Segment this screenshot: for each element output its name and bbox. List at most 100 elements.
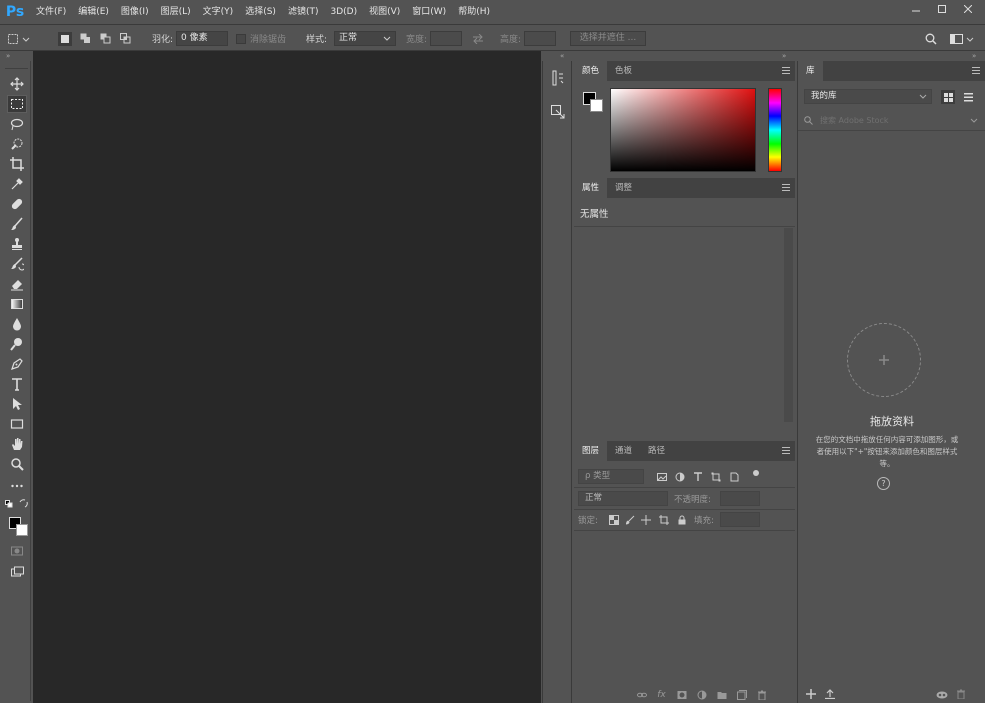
- lasso-tool[interactable]: [7, 115, 27, 133]
- style-select[interactable]: 正常: [334, 31, 396, 46]
- add-selection-button[interactable]: [78, 32, 92, 46]
- filter-toggle-icon[interactable]: [750, 467, 761, 478]
- path-select-tool[interactable]: [7, 395, 27, 413]
- document-canvas-area[interactable]: [33, 51, 541, 703]
- color-panel-background-swatch[interactable]: [590, 99, 603, 112]
- filter-smart-object-icon[interactable]: [728, 471, 739, 482]
- lock-position-icon[interactable]: [640, 514, 651, 525]
- menu-view[interactable]: 视图(V): [363, 0, 406, 25]
- delete-layer-icon[interactable]: [756, 689, 767, 700]
- crop-tool[interactable]: [7, 155, 27, 173]
- height-input[interactable]: [524, 31, 556, 46]
- type-tool[interactable]: [7, 375, 27, 393]
- select-and-mask-button[interactable]: 选择并遮住 ...: [570, 31, 646, 46]
- tab-libraries[interactable]: 库: [798, 61, 823, 81]
- close-button[interactable]: [955, 0, 981, 17]
- tab-paths[interactable]: 路径: [640, 441, 673, 461]
- intersect-selection-button[interactable]: [118, 32, 132, 46]
- feather-input[interactable]: 0 像素: [176, 31, 228, 46]
- menu-window[interactable]: 窗口(W): [406, 0, 452, 25]
- tab-channels[interactable]: 通道: [607, 441, 640, 461]
- tab-adjustments[interactable]: 调整: [607, 178, 640, 198]
- tab-properties[interactable]: 属性: [574, 178, 608, 198]
- menu-layer[interactable]: 图层(L): [155, 0, 197, 25]
- minimize-button[interactable]: [903, 0, 929, 17]
- blend-mode-select[interactable]: 正常: [578, 491, 668, 506]
- menu-type[interactable]: 文字(Y): [197, 0, 240, 25]
- filter-adjustment-icon[interactable]: [674, 471, 685, 482]
- lock-all-icon[interactable]: [676, 514, 687, 525]
- eraser-tool[interactable]: [7, 275, 27, 293]
- link-layers-icon[interactable]: [636, 689, 647, 700]
- dodge-tool[interactable]: [7, 335, 27, 353]
- menu-3d[interactable]: 3D(D): [324, 0, 363, 25]
- menu-help[interactable]: 帮助(H): [452, 0, 496, 25]
- pen-tool[interactable]: [7, 355, 27, 373]
- color-picker-field[interactable]: [610, 88, 756, 172]
- screen-mode-button[interactable]: [7, 563, 27, 581]
- help-icon[interactable]: ?: [877, 477, 890, 490]
- tool-preset-picker[interactable]: [6, 26, 32, 51]
- zoom-tool[interactable]: [7, 455, 27, 473]
- background-color-swatch[interactable]: [16, 524, 28, 536]
- layer-style-fx-icon[interactable]: fx: [656, 689, 667, 700]
- menu-filter[interactable]: 滤镜(T): [282, 0, 325, 25]
- filter-shape-icon[interactable]: [710, 471, 721, 482]
- lock-pixels-icon[interactable]: [624, 514, 635, 525]
- subtract-selection-button[interactable]: [98, 32, 112, 46]
- tab-swatches[interactable]: 色板: [607, 61, 640, 81]
- lock-transparency-icon[interactable]: [608, 514, 619, 525]
- quick-select-tool[interactable]: [7, 135, 27, 153]
- add-mask-icon[interactable]: [676, 689, 687, 700]
- new-adjustment-icon[interactable]: [696, 689, 707, 700]
- quick-mask-button[interactable]: [7, 542, 27, 560]
- color-panel-menu-icon[interactable]: [782, 67, 790, 74]
- layer-filter-select[interactable]: ρ 类型: [578, 469, 644, 484]
- new-group-icon[interactable]: [716, 689, 727, 700]
- creative-cloud-icon[interactable]: [936, 689, 948, 699]
- antialias-checkbox[interactable]: 消除锯齿: [236, 26, 286, 51]
- collapse-panels-icon[interactable]: »: [782, 52, 786, 60]
- drop-zone-circle[interactable]: [847, 323, 921, 397]
- search-button[interactable]: [925, 26, 937, 51]
- filter-pixel-icon[interactable]: [656, 471, 667, 482]
- more-tools-button[interactable]: [7, 477, 27, 495]
- tab-color[interactable]: 颜色: [574, 61, 608, 81]
- upload-icon[interactable]: [825, 689, 835, 699]
- history-panel-button[interactable]: [547, 67, 569, 89]
- swap-colors-icon[interactable]: [19, 499, 33, 513]
- new-layer-icon[interactable]: [736, 689, 747, 700]
- properties-panel-menu-icon[interactable]: [782, 184, 790, 191]
- history-brush-tool[interactable]: [7, 255, 27, 273]
- default-colors-icon[interactable]: [5, 500, 19, 514]
- tools-grip[interactable]: [5, 61, 28, 69]
- menu-edit[interactable]: 编辑(E): [72, 0, 115, 25]
- collapse-dock-icon[interactable]: «: [560, 52, 564, 60]
- collapse-tools-icon[interactable]: »: [6, 52, 10, 60]
- opacity-input[interactable]: [720, 491, 760, 506]
- grid-view-button[interactable]: [941, 90, 955, 104]
- properties-scrollbar[interactable]: [784, 228, 793, 422]
- library-select[interactable]: 我的库: [804, 89, 932, 104]
- menu-file[interactable]: 文件(F): [30, 0, 72, 25]
- layers-panel-menu-icon[interactable]: [782, 447, 790, 454]
- tab-layers[interactable]: 图层: [574, 441, 608, 461]
- filter-type-icon[interactable]: [692, 471, 703, 482]
- width-input[interactable]: [430, 31, 462, 46]
- trash-icon[interactable]: [956, 689, 966, 699]
- collapse-library-icon[interactable]: »: [972, 52, 976, 60]
- workspace-switcher[interactable]: [950, 26, 976, 51]
- hand-tool[interactable]: [7, 435, 27, 453]
- libraries-panel-menu-icon[interactable]: [972, 67, 980, 74]
- properties-dock-button[interactable]: [547, 101, 569, 123]
- menu-select[interactable]: 选择(S): [239, 0, 282, 25]
- blur-tool[interactable]: [7, 315, 27, 333]
- maximize-button[interactable]: [929, 0, 955, 17]
- stock-search[interactable]: 搜索 Adobe Stock: [798, 111, 985, 131]
- add-content-icon[interactable]: [806, 689, 816, 699]
- rectangle-tool[interactable]: [7, 415, 27, 433]
- new-selection-button[interactable]: [58, 31, 72, 46]
- healing-brush-tool[interactable]: [7, 195, 27, 213]
- hue-slider[interactable]: [768, 88, 782, 172]
- list-view-button[interactable]: [961, 90, 975, 104]
